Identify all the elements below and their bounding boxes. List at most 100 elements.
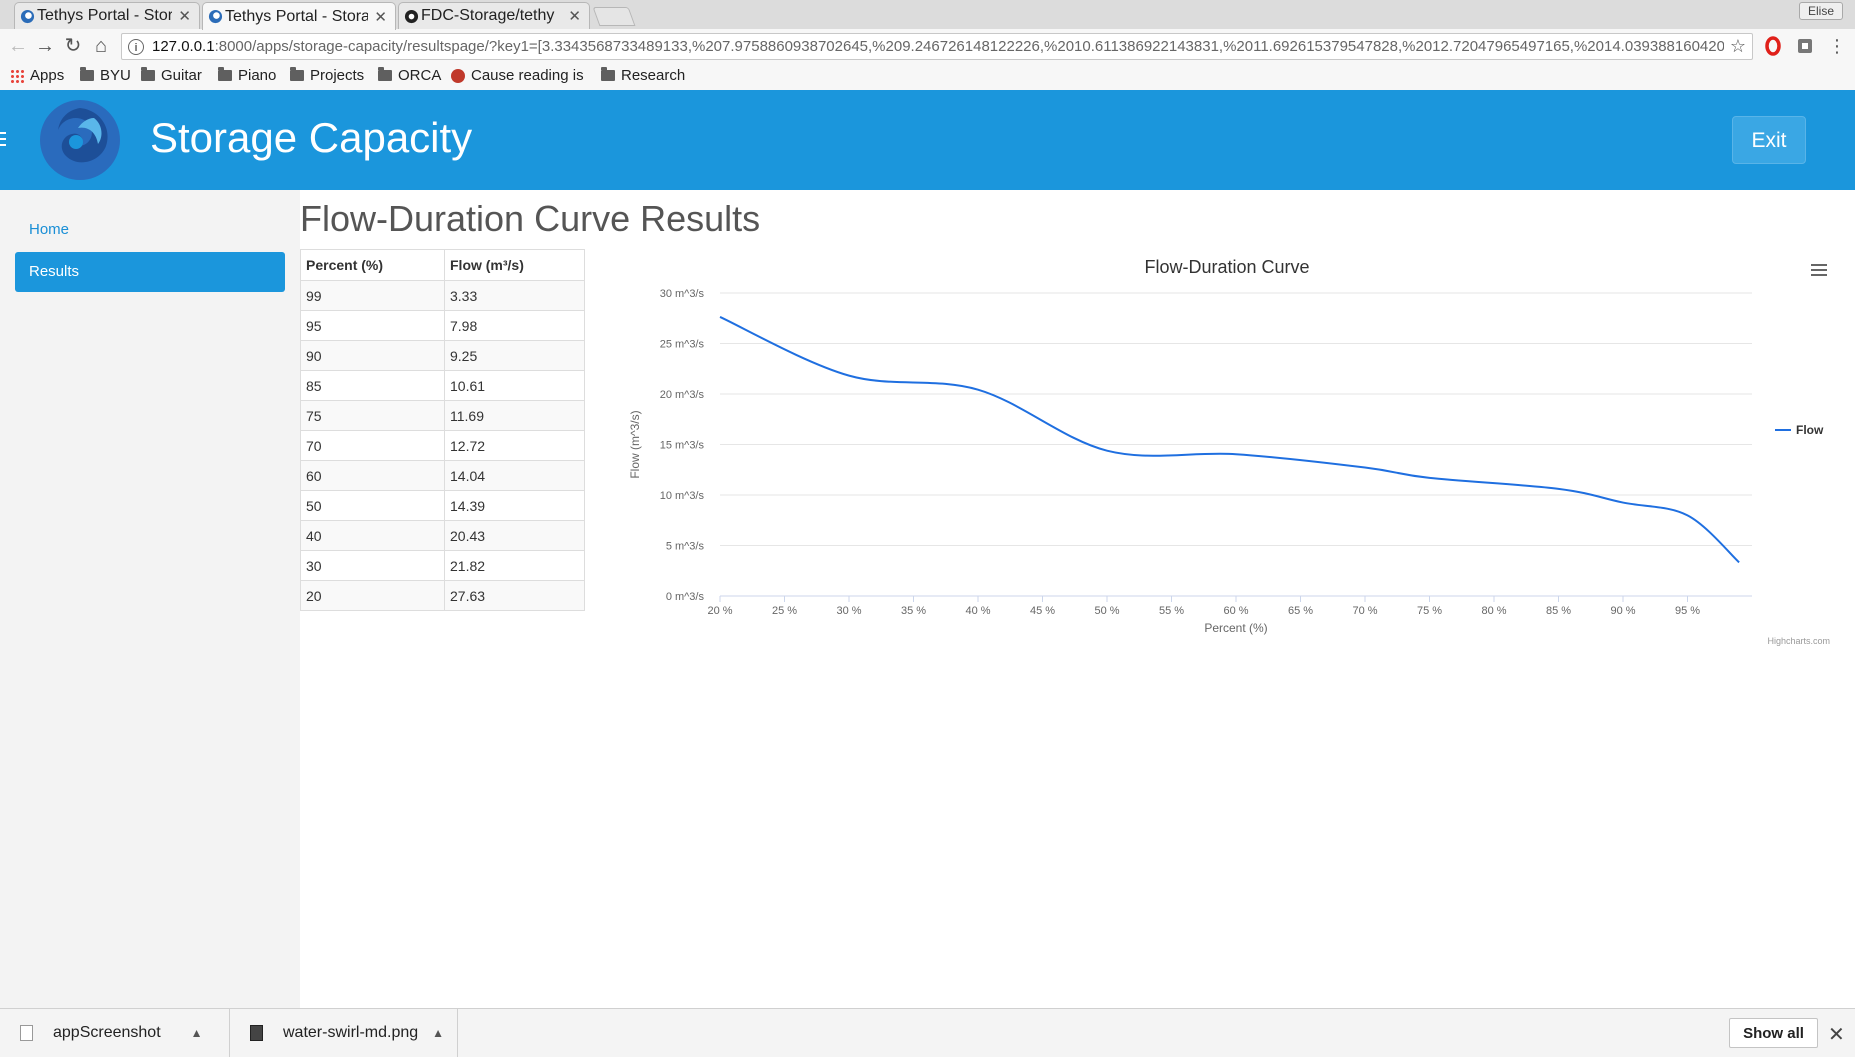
profile-badge[interactable]: Elise <box>1798 2 1843 20</box>
percent-cell: 20 <box>300 580 445 611</box>
x-tick-label: 85 % <box>1546 605 1571 617</box>
bookmark-piano[interactable]: Piano <box>218 67 276 84</box>
y-tick-label: 0 m^3/s <box>666 591 705 603</box>
percent-cell: 85 <box>300 370 445 401</box>
bookmark-byu[interactable]: BYU <box>80 67 131 84</box>
bookmark-label: Projects <box>310 67 365 84</box>
download-bar: appScreenshot ▲ water-swirl-md.png ▲ Sho… <box>0 1008 1855 1057</box>
reload-icon[interactable]: ↻ <box>62 35 84 57</box>
image-file-icon <box>250 1025 263 1041</box>
column-header-percent: Percent (%) <box>300 249 445 281</box>
download-item-water-swirl[interactable]: water-swirl-md.png ▲ <box>230 1009 458 1057</box>
results-table: Percent (%) Flow (m³/s) 99 3.33 95 7.98 90… <box>300 249 585 611</box>
close-icon[interactable]: ✕ <box>568 7 581 25</box>
y-tick-label: 30 m^3/s <box>660 288 705 300</box>
x-tick-label: 60 % <box>1223 605 1248 617</box>
new-tab-button[interactable] <box>592 7 636 26</box>
app-title[interactable]: Storage Capacity <box>150 114 472 162</box>
column-header-flow: Flow (m³/s) <box>444 249 585 281</box>
flow-cell: 10.61 <box>444 370 585 401</box>
browser-tab-1[interactable]: Tethys Portal - Stora ✕ <box>14 2 200 29</box>
table-row: 95 7.98 <box>300 310 585 341</box>
bookmark-guitar[interactable]: Guitar <box>141 67 202 84</box>
flow-cell: 7.98 <box>444 310 585 341</box>
address-bar[interactable]: i 127.0.0.1:8000/apps/storage-capacity/r… <box>121 33 1753 60</box>
github-favicon-icon <box>404 9 419 24</box>
browser-tab-strip: Tethys Portal - Stora ✕ Tethys Portal - … <box>0 0 1855 30</box>
app-sidebar: Home Results <box>0 190 300 1008</box>
flow-cell: 14.04 <box>444 460 585 491</box>
bookmark-orca[interactable]: ORCA <box>378 67 441 84</box>
x-tick-label: 75 % <box>1417 605 1442 617</box>
x-tick-label: 30 % <box>836 605 861 617</box>
percent-cell: 75 <box>300 400 445 431</box>
water-swirl-logo-icon[interactable] <box>38 98 122 182</box>
browser-tab-2-active[interactable]: Tethys Portal - Stora ✕ <box>202 2 396 30</box>
show-all-downloads-button[interactable]: Show all <box>1729 1018 1818 1048</box>
tethys-favicon-icon <box>208 9 223 24</box>
bookmark-research[interactable]: Research <box>601 67 685 84</box>
url-path: :8000/apps/storage-capacity/resultspage/… <box>214 38 1724 55</box>
table-header-row: Percent (%) Flow (m³/s) <box>300 249 585 281</box>
close-icon[interactable]: ✕ <box>374 8 387 26</box>
x-tick-label: 40 % <box>965 605 990 617</box>
flow-cell: 12.72 <box>444 430 585 461</box>
flow-duration-chart-container: Flow-Duration Curve 0 m^3/s 5 m^3/s 10 m^3/… <box>590 249 1840 649</box>
x-tick-label: 80 % <box>1481 605 1506 617</box>
percent-cell: 95 <box>300 310 445 341</box>
bookmark-label: Guitar <box>161 67 202 84</box>
info-icon[interactable]: i <box>128 38 144 55</box>
flow-cell: 14.39 <box>444 490 585 521</box>
percent-cell: 90 <box>300 340 445 371</box>
kebab-menu-icon[interactable]: ⋮ <box>1826 35 1848 57</box>
x-tick-label: 95 % <box>1675 605 1700 617</box>
bookmark-apps[interactable]: Apps <box>10 67 64 84</box>
y-axis-title: Flow (m^3/s) <box>628 410 642 478</box>
forward-arrow-icon[interactable]: → <box>34 35 56 57</box>
flow-cell: 27.63 <box>444 580 585 611</box>
table-row: 30 21.82 <box>300 550 585 581</box>
bookmark-cause-reading[interactable]: Cause reading is <box>451 67 584 84</box>
x-tick-label: 35 % <box>901 605 926 617</box>
folder-icon <box>218 67 232 81</box>
bookmark-label: Apps <box>30 67 65 84</box>
chevron-up-icon[interactable]: ▲ <box>191 1026 203 1040</box>
y-tick-label: 10 m^3/s <box>660 490 705 502</box>
chart-credits: Highcharts.com <box>1767 636 1830 646</box>
folder-icon <box>80 67 94 81</box>
exit-button[interactable]: Exit <box>1732 116 1806 164</box>
hamburger-menu-icon[interactable] <box>0 132 6 146</box>
extension-icon[interactable] <box>1795 36 1815 56</box>
percent-cell: 30 <box>300 550 445 581</box>
tab-title: Tethys Portal - Stora <box>225 7 369 25</box>
x-tick-label: 25 % <box>772 605 797 617</box>
y-tick-label: 15 m^3/s <box>660 440 705 452</box>
y-tick-label: 25 m^3/s <box>660 339 705 351</box>
sidebar-item-results[interactable]: Results <box>15 252 285 292</box>
url-text[interactable]: 127.0.0.1:8000/apps/storage-capacity/res… <box>152 38 1724 55</box>
bookmark-projects[interactable]: Projects <box>290 67 364 84</box>
flow-cell: 20.43 <box>444 520 585 551</box>
tethys-favicon-icon <box>20 9 35 24</box>
y-tick-label: 5 m^3/s <box>666 541 705 553</box>
close-icon[interactable]: ✕ <box>1828 1022 1845 1047</box>
table-row: 40 20.43 <box>300 520 585 551</box>
home-icon[interactable]: ⌂ <box>90 35 112 57</box>
flow-series-line <box>719 316 1740 564</box>
x-tick-label: 50 % <box>1094 605 1119 617</box>
download-item-appscreenshot[interactable]: appScreenshot ▲ <box>0 1009 230 1057</box>
table-row: 75 11.69 <box>300 400 585 431</box>
flow-cell: 9.25 <box>444 340 585 371</box>
close-icon[interactable]: ✕ <box>178 7 191 25</box>
table-row: 50 14.39 <box>300 490 585 521</box>
table-row: 20 27.63 <box>300 580 585 611</box>
folder-icon <box>141 67 155 81</box>
chart-context-menu-icon[interactable] <box>1811 264 1827 278</box>
bookmark-label: BYU <box>100 67 131 84</box>
bookmark-star-icon[interactable]: ☆ <box>1730 36 1746 57</box>
chevron-up-icon[interactable]: ▲ <box>432 1026 444 1040</box>
sidebar-item-home[interactable]: Home <box>15 210 285 250</box>
browser-tab-3[interactable]: FDC-Storage/tethy ✕ <box>398 2 590 29</box>
back-arrow-icon[interactable]: ← <box>7 35 29 57</box>
opera-extension-icon[interactable] <box>1763 36 1783 56</box>
